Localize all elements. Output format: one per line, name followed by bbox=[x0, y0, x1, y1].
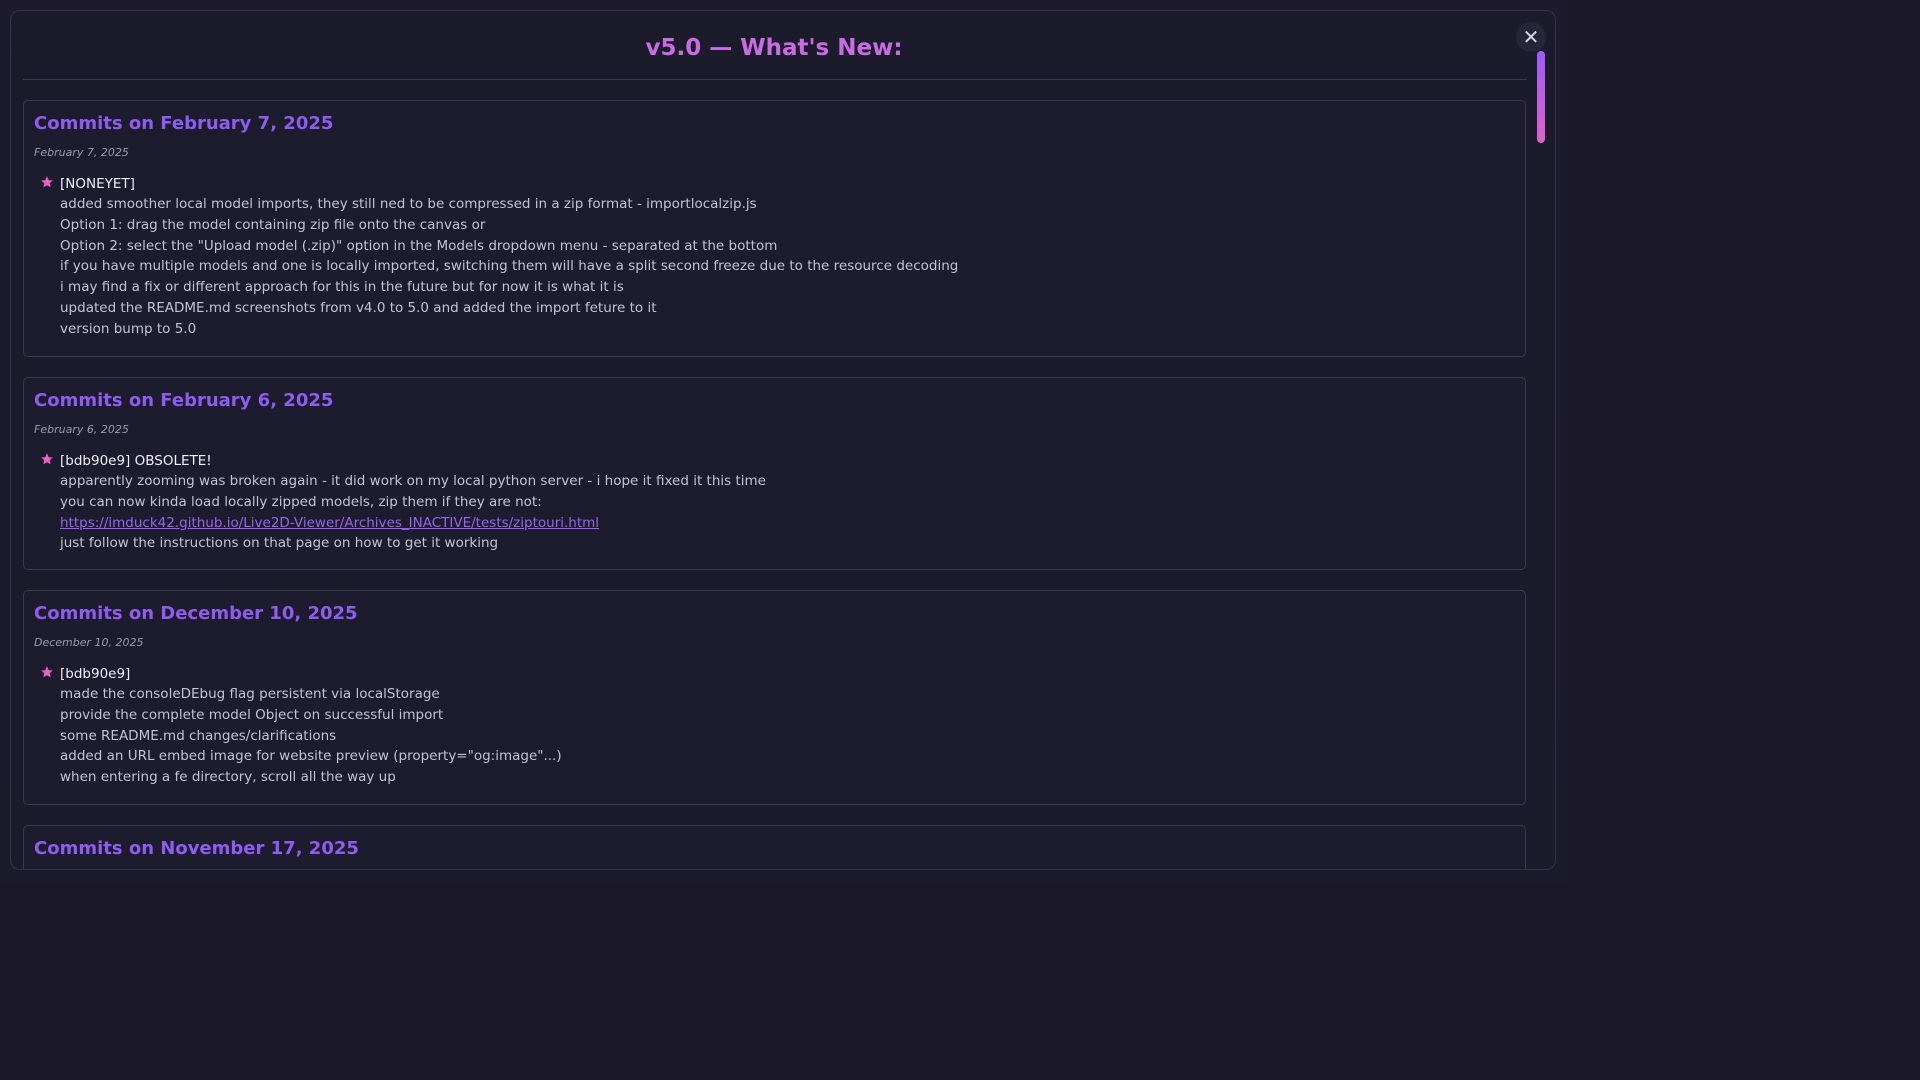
commit-header: [bdb90e9] bbox=[40, 663, 130, 683]
commit-header: [bdb90e9] OBSOLETE! bbox=[40, 450, 212, 470]
commit-line: Option 1: drag the model containing zip … bbox=[60, 216, 486, 233]
section-title: Commits on February 7, 2025 bbox=[34, 113, 334, 134]
commit-messages: apparently zooming was broken again - it… bbox=[60, 471, 766, 554]
changelog-section: Commits on February 7, 2025 February 7, … bbox=[23, 100, 1526, 357]
section-date: February 6, 2025 bbox=[34, 423, 129, 436]
ziptouri-link[interactable]: https://imduck42.github.io/Live2D-Viewer… bbox=[60, 515, 599, 531]
star-icon bbox=[41, 176, 53, 188]
modal-title: v5.0 — What's New: bbox=[645, 35, 903, 61]
star-icon bbox=[41, 666, 53, 678]
scrollbar-thumb[interactable] bbox=[1537, 51, 1545, 143]
commit-messages: made the consoleDEbug flag persistent vi… bbox=[60, 684, 562, 788]
commit-line: added smoother local model imports, they… bbox=[60, 196, 757, 212]
modal-header: v5.0 — What's New: ✕ bbox=[11, 11, 1555, 79]
section-title: Commits on December 10, 2025 bbox=[34, 603, 358, 624]
commit-line: provide the complete model Object on suc… bbox=[60, 706, 444, 723]
commit-line: some README.md changes/clarifications bbox=[60, 727, 337, 744]
commit-id: [bdb90e9] OBSOLETE! bbox=[60, 453, 212, 469]
changelog-content: Commits on February 7, 2025 February 7, … bbox=[23, 100, 1526, 869]
star-icon bbox=[41, 453, 53, 465]
commit-line: made the consoleDEbug flag persistent vi… bbox=[60, 686, 440, 702]
changelog-section: Commits on November 17, 2025 bbox=[23, 825, 1526, 869]
close-icon: ✕ bbox=[1522, 25, 1540, 49]
commit-id: [NONEYET] bbox=[60, 176, 135, 192]
commit-line: updated the README.md screenshots from v… bbox=[60, 299, 657, 316]
commit-id: [bdb90e9] bbox=[60, 666, 131, 682]
changelog-section: Commits on December 10, 2025 December 10… bbox=[23, 590, 1526, 805]
scrollbar[interactable] bbox=[1537, 51, 1545, 851]
commit-line: just follow the instructions on that pag… bbox=[60, 535, 499, 552]
commit-messages: added smoother local model imports, they… bbox=[60, 194, 958, 340]
commit-line: apparently zooming was broken again - it… bbox=[60, 473, 766, 489]
section-date: December 10, 2025 bbox=[34, 636, 144, 649]
commit-line: version bump to 5.0 bbox=[60, 320, 197, 337]
header-divider bbox=[23, 79, 1527, 80]
commit-line: Option 2: select the "Upload model (.zip… bbox=[60, 237, 778, 254]
commit-header: [NONEYET] bbox=[40, 173, 135, 193]
commit-line: https://imduck42.github.io/Live2D-Viewer… bbox=[60, 513, 766, 534]
commit-line: when entering a fe directory, scroll all… bbox=[60, 769, 396, 786]
section-title: Commits on February 6, 2025 bbox=[34, 390, 334, 411]
whats-new-modal: v5.0 — What's New: ✕ Commits on February… bbox=[10, 10, 1556, 870]
commit-line: you can now kinda load locally zipped mo… bbox=[60, 493, 542, 510]
section-title: Commits on November 17, 2025 bbox=[34, 838, 359, 859]
changelog-section: Commits on February 6, 2025 February 6, … bbox=[23, 377, 1526, 570]
close-button[interactable]: ✕ bbox=[1516, 22, 1546, 52]
commit-line: added an URL embed image for website pre… bbox=[60, 748, 562, 765]
commit-line: if you have multiple models and one is l… bbox=[60, 258, 959, 275]
commit-line: i may find a fix or different approach f… bbox=[60, 279, 624, 296]
section-date: February 7, 2025 bbox=[34, 146, 129, 159]
